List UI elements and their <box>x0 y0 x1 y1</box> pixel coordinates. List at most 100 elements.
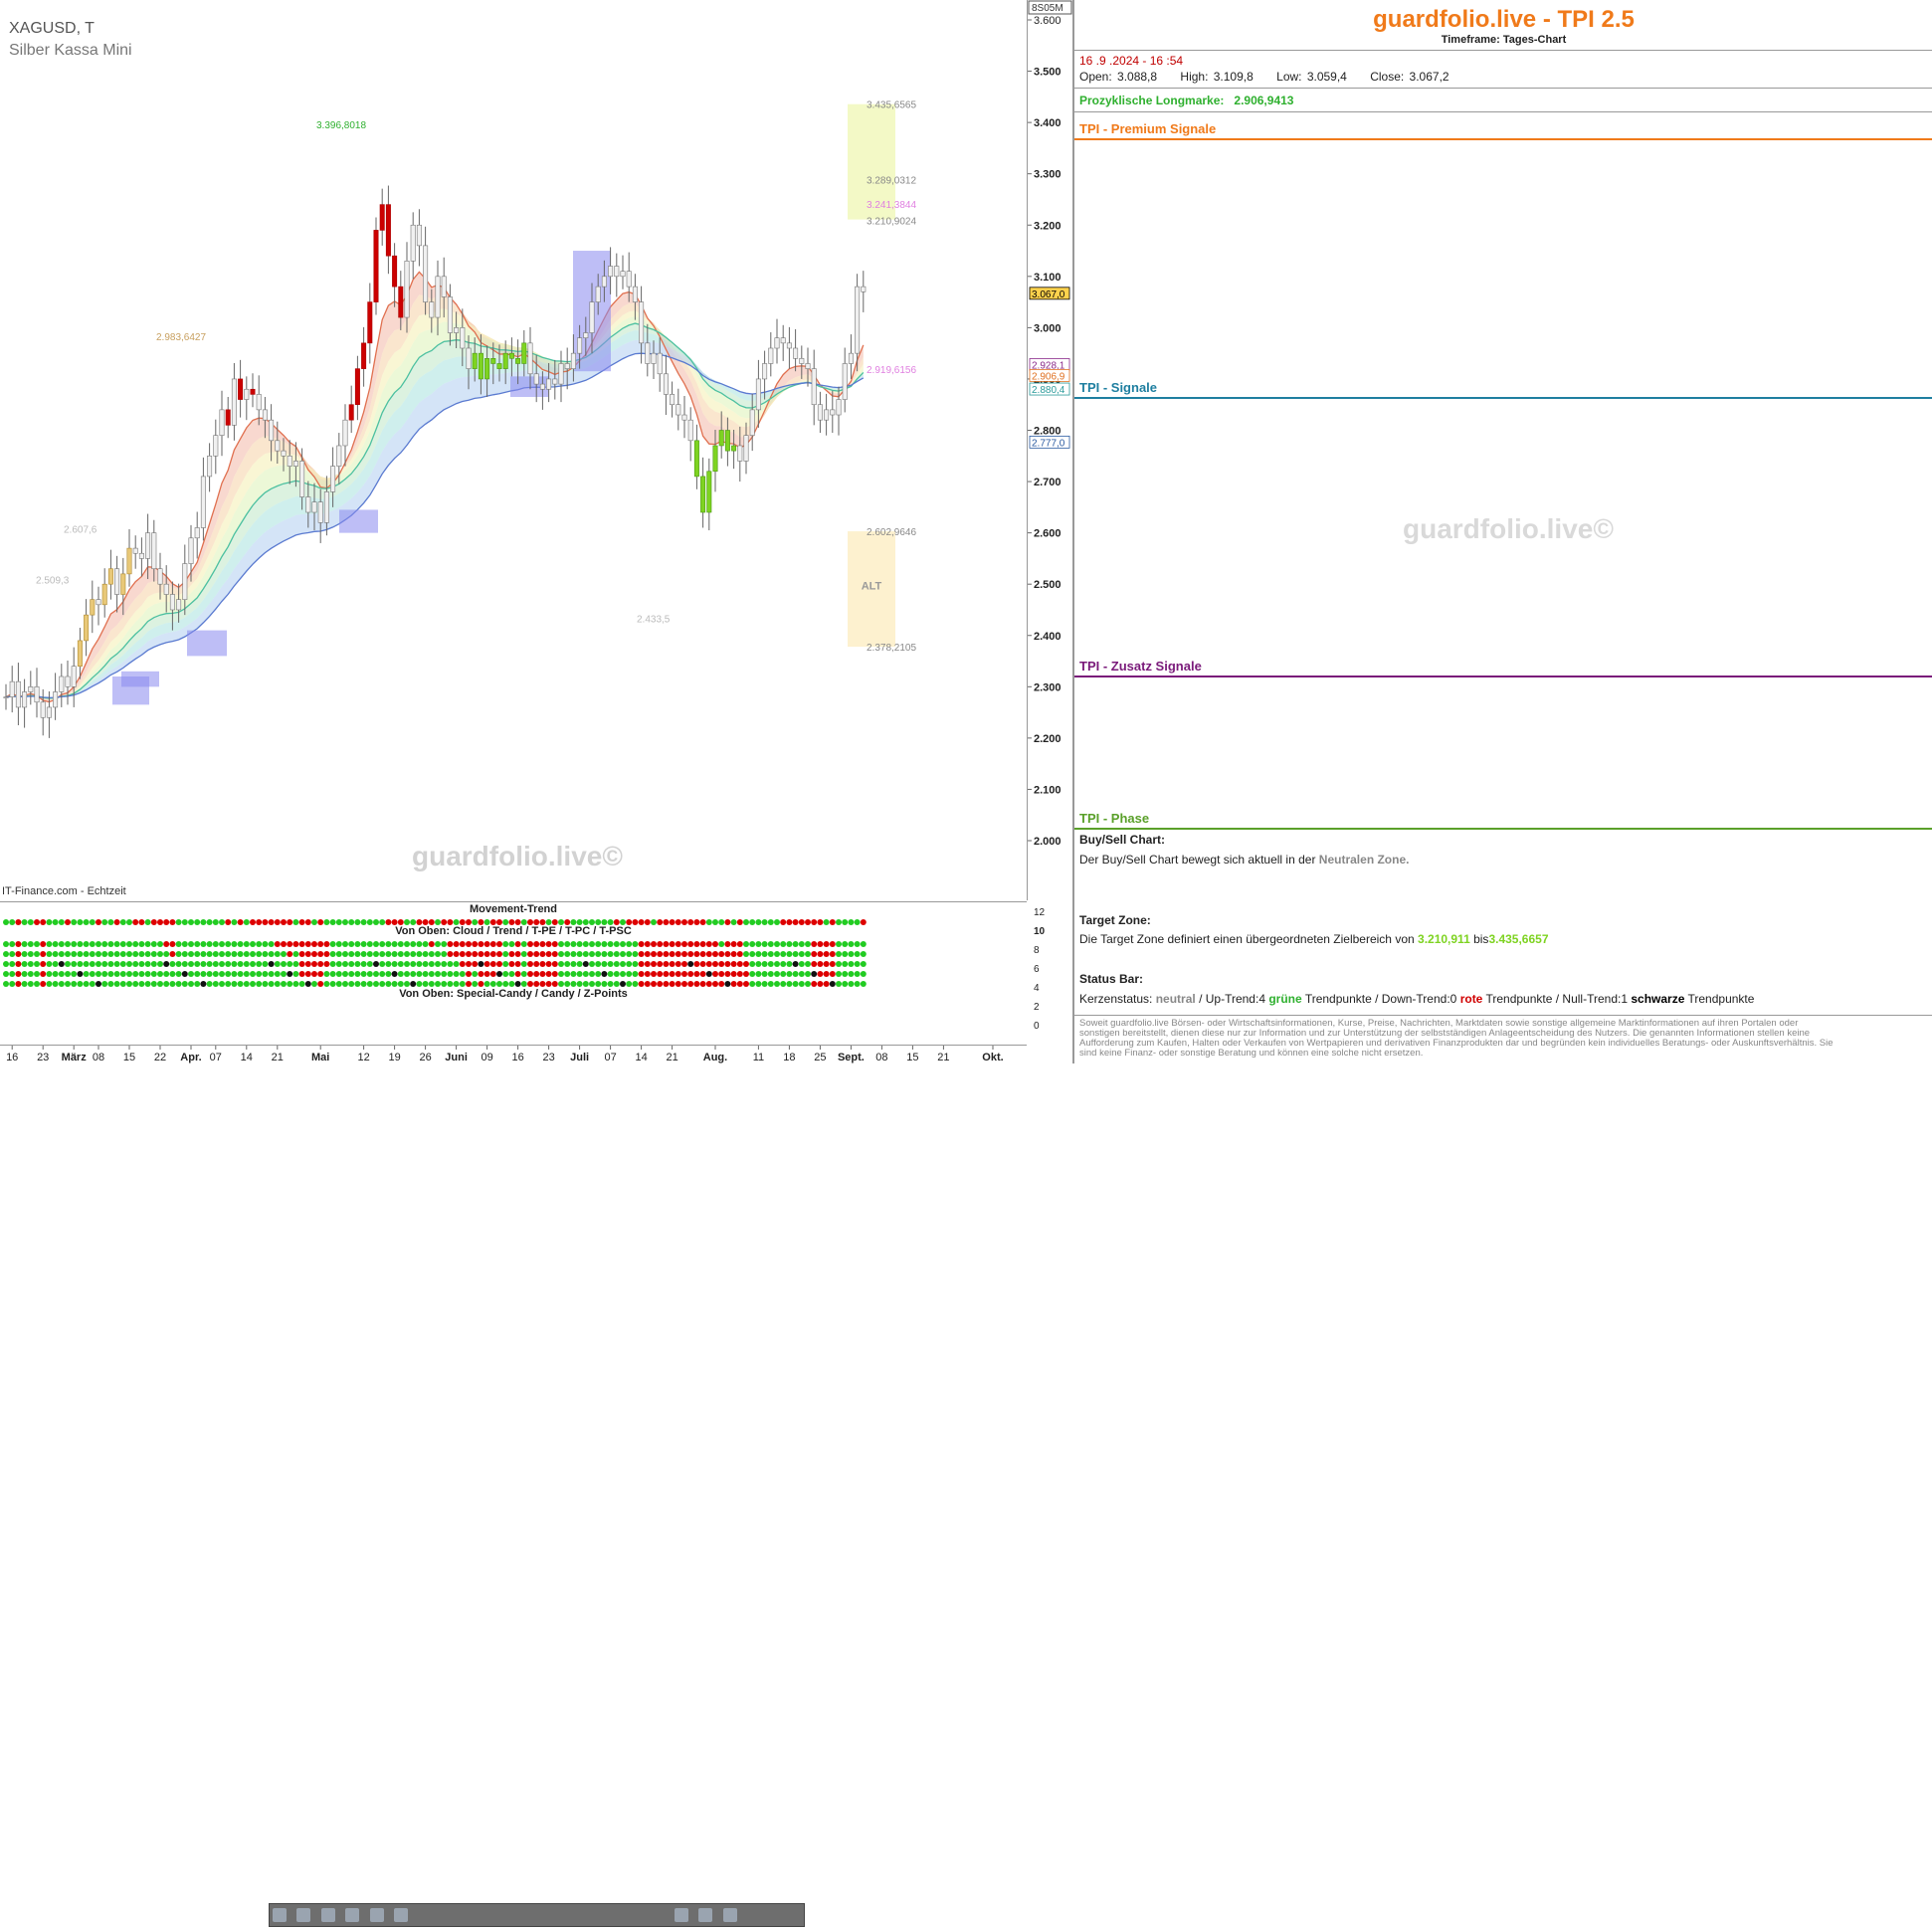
trend-dot <box>478 919 484 925</box>
time-tick-label: 23 <box>542 1052 554 1063</box>
trend-dot <box>472 951 479 957</box>
time-tick-label: Apr. <box>180 1052 201 1063</box>
chart-toolbar[interactable] <box>269 1903 805 1927</box>
price-annotation: 2.983,6427 <box>156 332 206 343</box>
trend-dot <box>250 971 256 977</box>
trend-dot <box>478 951 484 957</box>
back-icon[interactable] <box>394 1908 409 1922</box>
save-icon[interactable] <box>345 1908 360 1922</box>
trend-dot <box>466 961 472 967</box>
zoom-out-icon[interactable] <box>698 1908 713 1922</box>
trend-dot <box>144 951 151 957</box>
price-chart-pane[interactable]: XAGUSD, T Silber Kassa Mini ALT 3.396,801… <box>0 0 1028 900</box>
candle-body <box>96 599 101 606</box>
section-premium-signale: TPI - Premium Signale <box>1079 121 1217 136</box>
trend-dot <box>348 951 355 957</box>
trend-dot <box>83 981 90 987</box>
trend-dot <box>743 981 749 987</box>
trend-dot <box>169 919 176 925</box>
trend-dot <box>397 951 404 957</box>
candle-body <box>151 532 157 570</box>
trend-dot <box>730 941 737 947</box>
trend-dot <box>181 981 188 987</box>
time-axis[interactable]: 16 23 März 08 15 22 Apr. 07 14 21 Mai 12 19 26 Juni 09 1… <box>0 1045 1049 1064</box>
candle-body <box>9 680 15 697</box>
trend-dot <box>749 961 756 967</box>
trend-dot <box>823 919 830 925</box>
time-tick-label: 19 <box>388 1052 400 1063</box>
trend-dot <box>71 941 78 947</box>
trend-dot <box>829 981 836 987</box>
trend-dot <box>46 961 53 967</box>
trend-dot <box>724 919 731 925</box>
trend-dot <box>163 941 170 947</box>
trend-dot <box>589 941 595 947</box>
trend-dot <box>564 941 571 947</box>
candle-body <box>423 245 429 302</box>
candle-body <box>323 491 329 523</box>
trend-dot <box>268 951 275 957</box>
trend-dot <box>65 981 71 987</box>
trend-dot <box>570 951 577 957</box>
share-icon[interactable] <box>296 1908 311 1922</box>
price-axis[interactable]: 3.6003.5003.4003.3003.2003.1003.0002.900… <box>1028 0 1073 1063</box>
candle-body <box>354 368 360 406</box>
trend-dot <box>188 981 194 987</box>
trend-dot <box>736 951 743 957</box>
trend-dot <box>638 919 645 925</box>
candle-body <box>176 599 182 611</box>
trend-dot <box>206 951 213 957</box>
folder-icon[interactable] <box>320 1908 335 1922</box>
trend-dot <box>335 941 342 947</box>
trend-dot <box>52 941 59 947</box>
trend-dot <box>107 941 114 947</box>
trend-dot <box>298 919 305 925</box>
trend-dot <box>786 919 793 925</box>
trend-dot <box>786 941 793 947</box>
time-tick-label: 09 <box>481 1052 492 1063</box>
signale-line <box>1074 397 1932 399</box>
trend-dot <box>675 951 681 957</box>
trend-dot <box>181 941 188 947</box>
trend-dot <box>780 961 787 967</box>
trend-dot <box>132 919 139 925</box>
trend-dot <box>632 981 639 987</box>
candle-body <box>207 455 213 478</box>
trend-dot <box>805 941 811 947</box>
trend-dot <box>311 919 317 925</box>
candle-body <box>330 466 336 492</box>
trend-dot <box>508 961 515 967</box>
trend-dot <box>89 961 96 967</box>
trend-dot <box>163 951 170 957</box>
trend-dot <box>21 919 28 925</box>
trend-dot <box>502 981 509 987</box>
trend-dot <box>329 961 336 967</box>
trend-dot <box>564 961 571 967</box>
trend-dot <box>576 981 583 987</box>
trend-dot <box>113 951 120 957</box>
trend-dot <box>219 951 225 957</box>
trend-dot <box>459 941 466 947</box>
trend-dot <box>21 941 28 947</box>
zoom-fit-icon[interactable] <box>674 1908 688 1922</box>
trend-dot <box>342 941 348 947</box>
trend-dot <box>736 971 743 977</box>
cursor-icon[interactable] <box>273 1908 287 1922</box>
candle-body <box>53 691 59 708</box>
trend-dot <box>225 951 232 957</box>
trend-dot <box>551 941 558 947</box>
trend-dot <box>169 961 176 967</box>
zoom-in-icon[interactable] <box>722 1908 737 1922</box>
time-tick-label: 12 <box>357 1052 369 1063</box>
trend-dot <box>354 951 361 957</box>
candle-body <box>238 378 244 400</box>
candle-body <box>558 363 564 385</box>
trend-dot <box>157 941 163 947</box>
candle-body <box>836 399 842 416</box>
trend-dot <box>323 961 330 967</box>
trend-dot <box>46 919 53 925</box>
trend-dot <box>774 971 780 977</box>
price-annotation: 2.602,9646 <box>867 527 916 538</box>
candle-body <box>651 352 657 364</box>
grid-icon[interactable] <box>369 1908 384 1922</box>
